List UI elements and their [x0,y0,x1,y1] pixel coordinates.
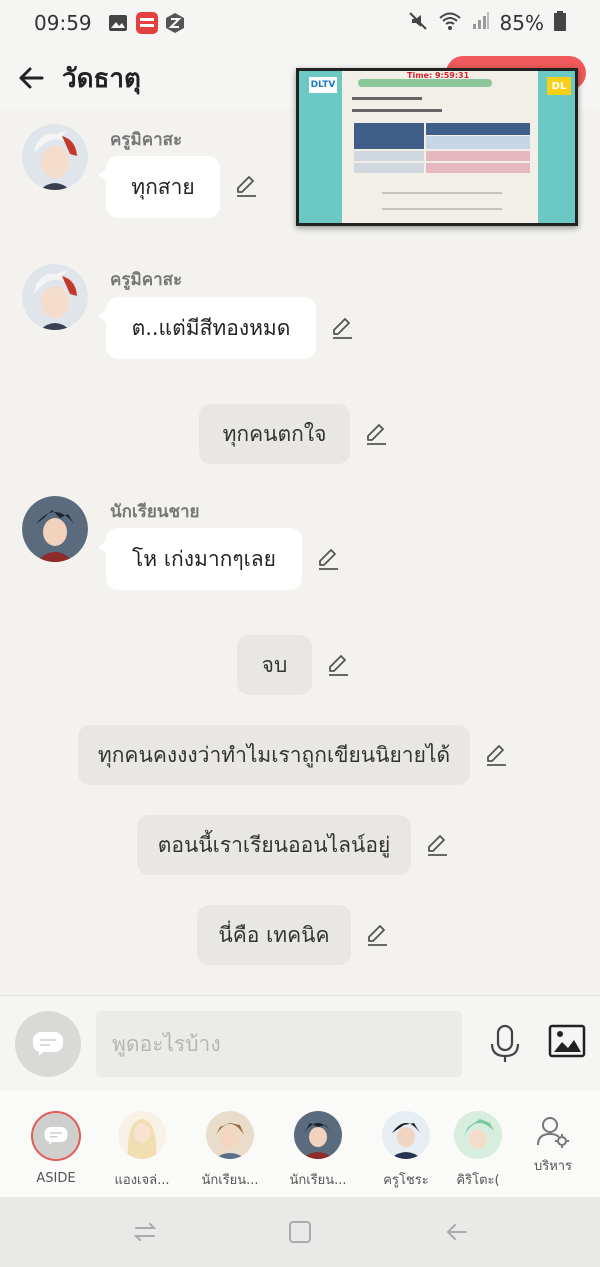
mute-icon [408,11,428,36]
status-right: 85% [408,10,566,36]
narration-bubble[interactable]: ทุกคนตกใจ [199,404,350,464]
mangatoon-app-icon [135,12,158,34]
chat-bubble-icon [33,1032,63,1056]
edit-pencil-icon[interactable] [364,422,388,446]
chat-area[interactable]: ครูมิคาสะ ทุกสาย ครูมิคาสะ ต..แต่มีสีทอง… [0,110,600,995]
image-icon[interactable] [548,1024,586,1058]
home-icon[interactable] [287,1219,313,1245]
character-name: นักเรียน... [289,1173,347,1188]
edit-pencil-icon[interactable] [234,174,258,198]
message-bubble[interactable]: โห เก่งมากๆเลย [98,528,302,590]
manage-characters-button[interactable]: บริหาร [518,1115,588,1176]
pip-timer: Time: 9:59:31 [407,71,470,80]
character-item[interactable]: นักเรียน... [273,1111,363,1190]
wifi-icon [438,11,462,36]
pip-document [342,71,538,223]
avatar[interactable] [22,496,88,562]
character-name: ASIDE [36,1171,76,1186]
character-name: คิริโตะ( [456,1173,500,1188]
edit-pencil-icon[interactable] [330,316,354,340]
pip-logo-right: DL [547,77,571,95]
message-bubble[interactable]: ต..แต่มีสีทองหมด [98,297,316,359]
system-nav-bar [0,1197,600,1267]
character-item[interactable]: แองเจล่... [97,1111,187,1190]
worksheet-graphic [352,79,530,210]
avatar [118,1111,166,1159]
character-item[interactable]: นักเรียน... [185,1111,275,1190]
page-title: วัดธาตุ [62,63,141,94]
avatar[interactable] [22,124,88,190]
narration-bubble[interactable]: ตอนนี้เราเรียนออนไลน์อยู่ [137,815,411,875]
edit-pencil-icon[interactable] [365,923,389,947]
character-selector: ASIDE แองเจล่... นักเรียน... นักเรียน...… [0,1091,600,1197]
edit-pencil-icon[interactable] [425,833,449,857]
battery-icon [554,10,566,36]
avatar[interactable] [22,264,88,330]
pip-logo-left: DLTV [309,77,337,93]
back-arrow-icon [19,67,44,89]
gallery-icon [108,14,128,32]
avatar [294,1111,342,1159]
avatar [382,1111,430,1159]
character-item[interactable]: ครูโชระ [361,1111,451,1190]
signal-icon [472,11,490,35]
pip-frame: DLTV Time: 9:59:31 DL [299,71,575,223]
narration-bubble[interactable]: ทุกคนคงงงว่าทำไมเราถูกเขียนนิยายได้ [78,725,470,785]
video-pip-thumbnail[interactable]: DLTV Time: 9:59:31 DL [296,68,578,226]
aside-toggle-button[interactable] [15,1011,81,1077]
character-name: นักเรียน... [201,1173,259,1188]
battery-percent: 85% [499,11,544,35]
microphone-icon[interactable] [488,1024,522,1064]
narration-bubble[interactable]: นี่คือ เทคนิค [197,905,351,965]
avatar [206,1111,254,1159]
narration-bubble[interactable]: จบ [237,635,312,695]
edit-pencil-icon[interactable] [316,547,340,571]
character-name: ครูโชระ [383,1173,429,1188]
edit-pencil-icon[interactable] [326,653,350,677]
sender-name: ครูมิคาสะ [110,130,183,150]
character-item[interactable]: คิริโตะ( [443,1111,513,1190]
status-time: 09:59 [34,11,92,35]
message-input[interactable]: พูดอะไรบ้าง [96,1011,462,1077]
character-aside[interactable]: ASIDE [11,1111,101,1186]
z-app-icon [165,13,184,33]
user-settings-icon [537,1117,569,1148]
message-bubble[interactable]: ทุกสาย [98,156,220,218]
character-name: แองเจล่... [114,1173,170,1188]
status-bar: 09:59 85% [0,0,600,46]
edit-pencil-icon[interactable] [484,743,508,767]
avatar [454,1111,502,1159]
message-composer: พูดอะไรบ้าง [0,995,600,1091]
back-nav-icon[interactable] [444,1219,470,1245]
manage-label: บริหาร [533,1159,573,1174]
recents-icon[interactable] [132,1219,158,1245]
back-button[interactable] [16,63,46,93]
sender-name: นักเรียนชาย [110,502,200,522]
sender-name: ครูมิคาสะ [110,270,183,290]
chat-bubble-icon [44,1127,68,1145]
aside-avatar [31,1111,81,1161]
